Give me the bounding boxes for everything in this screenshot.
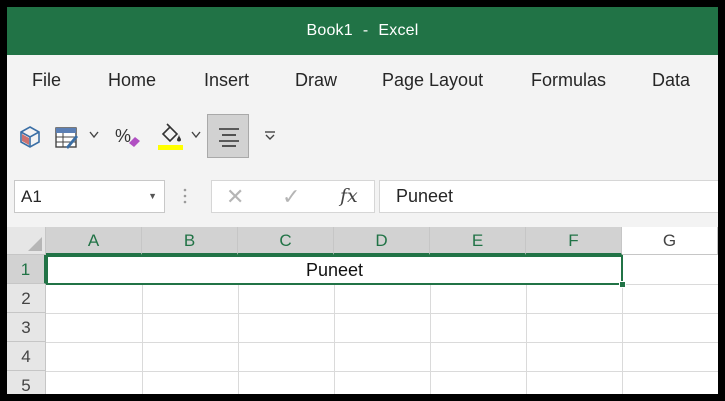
cancel-icon[interactable]: ✕	[226, 181, 244, 212]
app-name: Excel	[378, 22, 419, 39]
formula-input[interactable]: Puneet	[379, 180, 718, 213]
3d-model-icon[interactable]	[18, 125, 42, 149]
workbook-name: Book1	[306, 22, 353, 39]
column-header-c[interactable]: C	[238, 227, 334, 255]
gridline	[46, 313, 718, 314]
excel-window: Book1 - Excel File Home Insert Draw Page…	[7, 7, 718, 394]
svg-text:%: %	[115, 126, 131, 146]
worksheet-grid: A B C D E F G 1 2 3 4 5 Puneet	[7, 227, 718, 394]
row-header-1[interactable]: 1	[7, 255, 46, 284]
fill-color-icon[interactable]	[157, 121, 185, 151]
name-box-value: A1	[21, 187, 42, 206]
tab-formulas[interactable]: Formulas	[531, 55, 606, 105]
quick-toolbar: %	[7, 105, 718, 165]
row-header-5[interactable]: 5	[7, 371, 46, 394]
tab-file[interactable]: File	[32, 55, 61, 105]
tab-home[interactable]: Home	[108, 55, 156, 105]
row-header-2[interactable]: 2	[7, 284, 46, 313]
select-all-button[interactable]	[7, 227, 46, 255]
chevron-down-icon[interactable]	[89, 131, 99, 139]
column-header-d[interactable]: D	[334, 227, 430, 255]
tab-insert[interactable]: Insert	[204, 55, 249, 105]
enter-icon[interactable]: ✓	[282, 181, 300, 212]
tab-page-layout[interactable]: Page Layout	[382, 55, 483, 105]
gridline	[46, 342, 718, 343]
column-header-a[interactable]: A	[46, 227, 142, 255]
column-header-b[interactable]: B	[142, 227, 238, 255]
insert-function-button[interactable]: fx	[340, 181, 358, 212]
row-header-4[interactable]: 4	[7, 342, 46, 371]
name-box[interactable]: A1 ▼	[14, 180, 165, 213]
formula-buttons: ✕ ✓ fx	[211, 180, 375, 213]
fill-handle[interactable]	[619, 281, 626, 288]
formula-bar: A1 ▼ ✕ ✓ fx Puneet	[7, 165, 718, 227]
column-header-g[interactable]: G	[622, 227, 718, 255]
select-all-triangle-icon	[28, 237, 42, 251]
gridline	[46, 371, 718, 372]
tab-data[interactable]: Data	[652, 55, 690, 105]
format-table-icon[interactable]	[54, 125, 80, 151]
drag-handle-icon[interactable]	[183, 187, 187, 210]
percent-style-icon[interactable]: %	[114, 125, 142, 151]
column-header-e[interactable]: E	[430, 227, 526, 255]
title-bar: Book1 - Excel	[7, 7, 718, 55]
merged-cell-a1-f1[interactable]: Puneet	[46, 255, 623, 285]
align-center-button[interactable]	[207, 114, 249, 158]
row-header-3[interactable]: 3	[7, 313, 46, 342]
column-header-f[interactable]: F	[526, 227, 622, 255]
ribbon-tabs: File Home Insert Draw Page Layout Formul…	[7, 55, 718, 105]
chevron-down-icon[interactable]	[191, 131, 201, 139]
align-center-icon	[219, 128, 239, 147]
tab-draw[interactable]: Draw	[295, 55, 337, 105]
chevron-down-icon[interactable]: ▼	[148, 181, 157, 212]
title-separator: -	[362, 22, 369, 39]
customize-toolbar-icon[interactable]	[264, 131, 276, 141]
